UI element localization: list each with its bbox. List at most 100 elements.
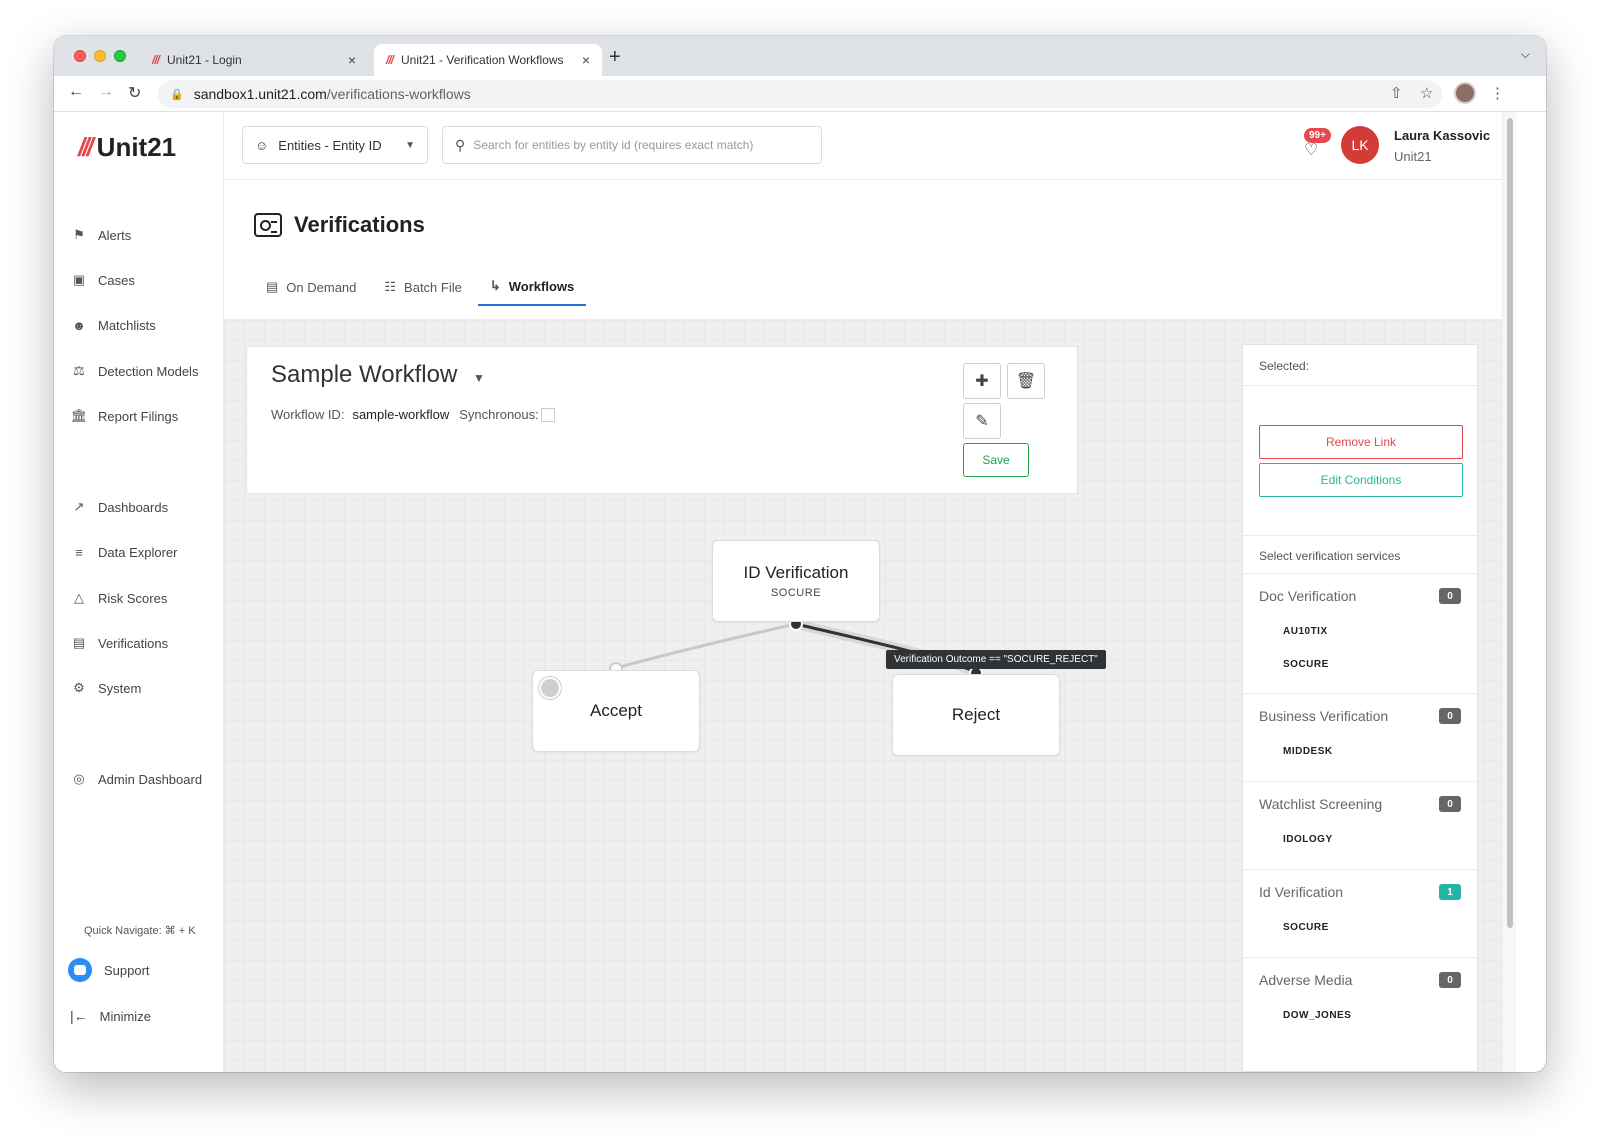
chevron-down-icon[interactable]: ⌵ (1521, 47, 1530, 62)
sidebar-item-matchlists[interactable]: ☻ Matchlists (70, 313, 156, 337)
provider-item[interactable]: IDOLOGY (1283, 834, 1333, 845)
synchronous-checkbox[interactable] (540, 407, 555, 422)
add-node-button[interactable]: ✚ (963, 363, 1001, 399)
page-scrollbar[interactable] (1502, 112, 1516, 1072)
browser-tab-workflows[interactable]: /// Unit21 - Verification Workflows × (374, 44, 602, 76)
node-title: ID Verification (743, 563, 849, 582)
user-name: Laura Kassovic (1394, 128, 1491, 143)
workflow-canvas[interactable]: Sample Workflow ▼ Workflow ID: sample-wo… (224, 320, 1502, 1072)
save-button[interactable]: Save (963, 443, 1029, 477)
service-group-business-verification[interactable]: Business Verification 0 MIDDESK (1243, 693, 1477, 781)
remove-link-button[interactable]: Remove Link (1259, 425, 1463, 459)
sidebar-item-label: Dashboards (98, 499, 169, 515)
workflow-name[interactable]: Sample Workflow (271, 361, 457, 389)
sidebar-item-data-explorer[interactable]: ≡ Data Explorer (70, 540, 177, 564)
maximize-window-button[interactable] (114, 50, 126, 62)
main-content: ☺ Entities - Entity ID ▼ ⚲ ♡ 99+ LK Laur… (224, 112, 1502, 1072)
verification-tabs: ▤ On Demand ☷ Batch File ↳ Workflows (254, 268, 590, 306)
provider-item[interactable]: AU10TIX (1283, 626, 1328, 637)
flag-icon: ⚑ (73, 227, 85, 242)
edit-conditions-button[interactable]: Edit Conditions (1259, 463, 1463, 497)
tab-on-demand[interactable]: ▤ On Demand (254, 268, 368, 306)
sidebar-item-system[interactable]: ⚙ System (70, 676, 141, 700)
share-icon[interactable]: ⇧ (1390, 84, 1403, 102)
collapse-arrow-icon: |← (70, 1008, 88, 1024)
node-id-verification[interactable]: ID Verification SOCURE (712, 540, 880, 622)
service-group-adverse-media[interactable]: Adverse Media 0 DOW_JONES (1243, 957, 1477, 1045)
provider-item[interactable]: SOCURE (1283, 922, 1329, 933)
logo-mark-icon: /// (78, 132, 94, 162)
new-tab-button[interactable]: + (609, 46, 621, 69)
edit-icon: ✎ (975, 413, 989, 430)
provider-item[interactable]: MIDDESK (1283, 746, 1333, 757)
tab-workflows[interactable]: ↳ Workflows (477, 268, 587, 306)
chart-line-icon: ↗ (73, 499, 85, 514)
bell-icon[interactable]: ♡ (1304, 140, 1318, 160)
service-group-watchlist-screening[interactable]: Watchlist Screening 0 IDOLOGY (1243, 781, 1477, 869)
avatar[interactable]: LK (1341, 126, 1379, 164)
tab-title: Unit21 - Login (167, 53, 242, 67)
scrollbar-thumb[interactable] (1507, 118, 1513, 928)
workflow-info-card: Sample Workflow ▼ Workflow ID: sample-wo… (246, 346, 1078, 494)
sidebar-item-detection-models[interactable]: ⚖ Detection Models (70, 359, 198, 383)
edit-button[interactable]: ✎ (963, 403, 1001, 439)
entity-search[interactable]: ⚲ (442, 126, 822, 164)
edge-root-to-accept[interactable] (615, 622, 797, 670)
delete-button[interactable]: 🗑 (1007, 363, 1045, 399)
service-group-doc-verification[interactable]: Doc Verification 0 AU10TIX SOCURE (1243, 573, 1477, 693)
sidebar-item-risk-scores[interactable]: △ Risk Scores (70, 586, 167, 610)
forward-arrow-icon[interactable]: → (98, 83, 114, 101)
node-reject[interactable]: Reject (892, 674, 1060, 756)
minimize-sidebar-button[interactable]: |← Minimize (70, 1008, 151, 1024)
close-icon[interactable]: × (582, 52, 590, 68)
node-provider: SOCURE (770, 587, 822, 599)
search-icon: ⚲ (455, 136, 466, 153)
reload-icon[interactable]: ↻ (128, 83, 141, 103)
star-icon[interactable]: ☆ (1420, 84, 1433, 102)
sidebar-item-label: Matchlists (98, 317, 156, 333)
entity-type-select[interactable]: ☺ Entities - Entity ID ▼ (242, 126, 428, 164)
sidebar-item-admin-dashboard[interactable]: ◎ Admin Dashboard (70, 767, 202, 791)
kebab-menu-icon[interactable]: ⋮ (1490, 84, 1505, 102)
sidebar-item-label: Data Explorer (98, 544, 178, 560)
page-title-text: Verifications (294, 212, 425, 237)
tab-batch-file[interactable]: ☷ Batch File (372, 268, 473, 306)
node-title: Reject (951, 705, 1001, 724)
edge-condition-label[interactable]: Verification Outcome == "SOCURE_REJECT" (886, 650, 1106, 669)
browser-window: /// Unit21 - Login × /// Unit21 - Verifi… (54, 36, 1546, 1072)
chevron-down-icon[interactable]: ▼ (473, 371, 485, 385)
sidebar-item-label: Detection Models (98, 363, 199, 379)
sidebar-item-verifications[interactable]: ▤ Verifications (70, 631, 168, 655)
gear-icon: ⚙ (73, 680, 85, 695)
close-window-button[interactable] (74, 50, 86, 62)
sidebar-item-report-filings[interactable]: 🏛 Report Filings (70, 404, 178, 428)
provider-item[interactable]: SOCURE (1283, 659, 1329, 670)
sidebar-item-alerts[interactable]: ⚑ Alerts (70, 223, 131, 247)
notification-count-badge: 99+ (1304, 128, 1331, 143)
address-bar[interactable]: 🔒 sandbox1.unit21.com/verifications-work… (158, 80, 1442, 108)
node-accept[interactable]: Accept (532, 670, 700, 752)
app: /// Unit21 ⚑ Alerts ▣ Cases ☻ Matchlists… (54, 112, 1502, 1072)
provider-item[interactable]: DOW_JONES (1283, 1010, 1351, 1021)
close-icon[interactable]: × (348, 52, 356, 68)
service-group-id-verification[interactable]: Id Verification 1 SOCURE (1243, 869, 1477, 957)
back-arrow-icon[interactable]: ← (68, 83, 84, 101)
id-card-icon: ▤ (72, 635, 86, 650)
service-name: Doc Verification (1259, 588, 1357, 604)
unit21-logo[interactable]: /// Unit21 (78, 132, 176, 163)
sidebar-item-dashboards[interactable]: ↗ Dashboards (70, 495, 169, 519)
support-button[interactable]: Support (68, 958, 150, 982)
chevron-down-icon: ▼ (405, 139, 415, 151)
sidebar-item-label: Admin Dashboard (98, 771, 203, 787)
url-host: sandbox1.unit21.com (193, 86, 327, 102)
entity-select-value: Entities - Entity ID (278, 137, 382, 153)
service-count-badge: 0 (1439, 972, 1461, 988)
sidebar-item-cases[interactable]: ▣ Cases (70, 268, 135, 292)
user-check-icon: ☻ (72, 317, 86, 333)
service-name: Adverse Media (1259, 972, 1353, 988)
branch-icon: ↳ (489, 278, 501, 293)
profile-avatar[interactable] (1454, 82, 1476, 104)
browser-tab-login[interactable]: /// Unit21 - Login × (140, 44, 368, 76)
entity-search-input[interactable] (473, 138, 809, 152)
minimize-window-button[interactable] (94, 50, 106, 62)
